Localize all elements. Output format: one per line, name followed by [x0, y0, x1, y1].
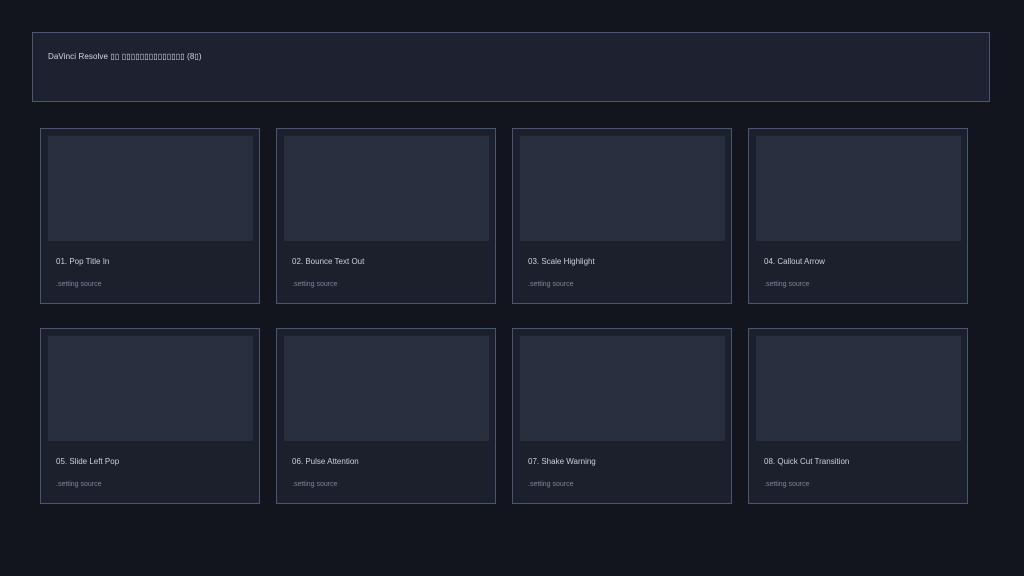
template-source-link[interactable]: .setting source	[764, 281, 810, 288]
template-thumbnail[interactable]	[284, 336, 489, 441]
template-source-link[interactable]: .setting source	[528, 281, 574, 288]
template-thumbnail[interactable]	[520, 336, 725, 441]
template-card[interactable]: 04. Callout Arrow .setting source	[748, 128, 968, 304]
template-source-link[interactable]: .setting source	[292, 281, 338, 288]
page-title: DaVinci Resolve ▯▯ ▯▯▯▯▯▯▯▯▯▯▯▯▯▯ (8▯)	[48, 52, 202, 61]
template-card[interactable]: 06. Pulse Attention .setting source	[276, 328, 496, 504]
header-panel: DaVinci Resolve ▯▯ ▯▯▯▯▯▯▯▯▯▯▯▯▯▯ (8▯)	[32, 32, 990, 102]
template-card[interactable]: 08. Quick Cut Transition .setting source	[748, 328, 968, 504]
template-title: 03. Scale Highlight	[528, 257, 595, 266]
template-card[interactable]: 07. Shake Warning .setting source	[512, 328, 732, 504]
template-thumbnail[interactable]	[520, 136, 725, 241]
template-card[interactable]: 02. Bounce Text Out .setting source	[276, 128, 496, 304]
template-title: 02. Bounce Text Out	[292, 257, 365, 266]
template-source-link[interactable]: .setting source	[292, 481, 338, 488]
template-title: 05. Slide Left Pop	[56, 457, 120, 466]
template-source-link[interactable]: .setting source	[56, 481, 102, 488]
template-card[interactable]: 03. Scale Highlight .setting source	[512, 128, 732, 304]
template-source-link[interactable]: .setting source	[528, 481, 574, 488]
template-title: 07. Shake Warning	[528, 457, 596, 466]
template-title: 04. Callout Arrow	[764, 257, 825, 266]
template-card[interactable]: 01. Pop Title In .setting source	[40, 128, 260, 304]
template-thumbnail[interactable]	[48, 136, 253, 241]
template-thumbnail[interactable]	[756, 136, 961, 241]
template-thumbnail[interactable]	[48, 336, 253, 441]
template-title: 06. Pulse Attention	[292, 457, 359, 466]
template-source-link[interactable]: .setting source	[764, 481, 810, 488]
template-thumbnail[interactable]	[284, 136, 489, 241]
template-title: 01. Pop Title In	[56, 257, 110, 266]
template-thumbnail[interactable]	[756, 336, 961, 441]
template-title: 08. Quick Cut Transition	[764, 457, 850, 466]
template-card[interactable]: 05. Slide Left Pop .setting source	[40, 328, 260, 504]
template-source-link[interactable]: .setting source	[56, 281, 102, 288]
